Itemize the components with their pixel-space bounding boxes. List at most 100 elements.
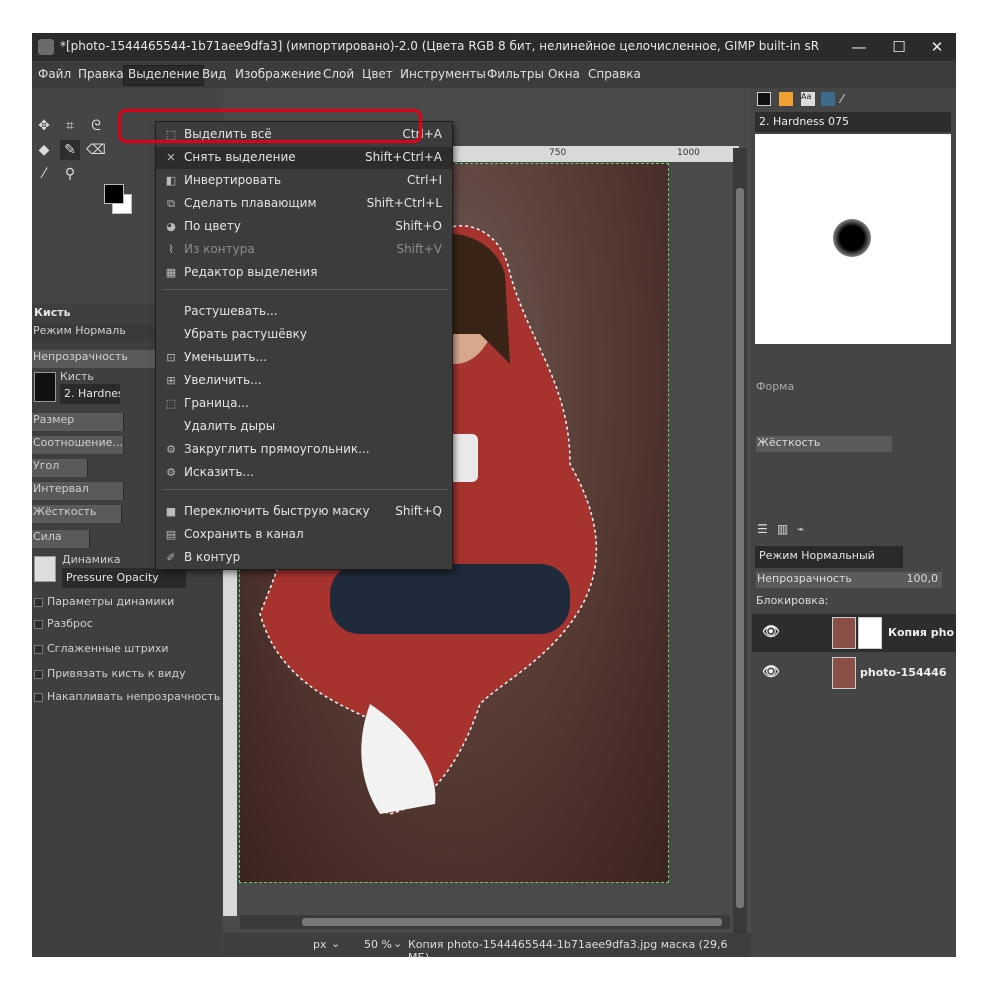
- layer-name[interactable]: Копия pho: [888, 626, 954, 639]
- vertical-scrollbar[interactable]: [733, 148, 747, 938]
- unit-select[interactable]: px: [313, 938, 327, 951]
- angle-slider[interactable]: Угол: [32, 459, 88, 477]
- menu-item-label: Закруглить прямоугольник...: [184, 442, 370, 456]
- hardness-slider[interactable]: Жёсткость: [32, 505, 122, 523]
- move-tool-icon[interactable]: ✥: [34, 116, 54, 136]
- eye-icon[interactable]: 👁: [762, 624, 780, 640]
- menu-item-from-path[interactable]: ⌇ Из контура Shift+V: [156, 239, 452, 261]
- brushes-tab-icon[interactable]: [757, 92, 771, 106]
- layer-name[interactable]: photo-154446: [860, 666, 947, 679]
- menu-item-save-to-channel[interactable]: ▤ Сохранить в канал: [156, 524, 452, 546]
- spacing-slider[interactable]: Интервал: [32, 482, 124, 500]
- menu-item-shortcut: Shift+Ctrl+A: [365, 150, 442, 164]
- menu-item-feather[interactable]: Растушевать...: [156, 301, 452, 323]
- brush-tab-icon[interactable]: ⁄: [841, 92, 855, 106]
- menu-item-distort[interactable]: ⚙ Исказить...: [156, 462, 452, 484]
- zoom-tool-icon[interactable]: ⚲: [60, 164, 80, 184]
- layer-row[interactable]: 👁 photo-154446: [752, 654, 956, 692]
- brush-dock-tabs[interactable]: Aa ⁄: [755, 90, 865, 108]
- from-path-icon: ⌇: [168, 243, 174, 256]
- lasso-tool-icon[interactable]: ᘓ: [86, 116, 106, 136]
- window-title: *[photo-1544465544-1b71aee9dfa3] (импорт…: [60, 39, 820, 53]
- ratio-slider[interactable]: Соотношение...: [32, 436, 124, 454]
- menu-image[interactable]: Изображение: [231, 66, 325, 85]
- fonts-tab-icon[interactable]: Aa: [801, 92, 815, 106]
- menu-item-label: В контур: [184, 550, 241, 564]
- menu-item-shortcut: Ctrl+I: [407, 173, 442, 187]
- layer-mask-thumbnail[interactable]: [858, 617, 882, 649]
- menu-view[interactable]: Вид: [198, 66, 230, 85]
- dynamics-thumbnail[interactable]: [34, 556, 56, 582]
- layer-row[interactable]: 👁 Копия pho: [752, 614, 956, 652]
- brush-hardness-slider[interactable]: Жёсткость: [756, 436, 892, 452]
- opacity-slider[interactable]: Непрозрачность: [32, 350, 156, 368]
- brush-name-field[interactable]: 2. Hardness: [60, 384, 120, 404]
- incremental-check[interactable]: Накапливать непрозрачность: [34, 690, 220, 703]
- menu-help[interactable]: Справка: [584, 66, 645, 85]
- layer-mode-label: Режим: [759, 549, 798, 562]
- menu-file[interactable]: Файл: [34, 66, 75, 85]
- ruler-mark: 750: [549, 148, 567, 158]
- crop-tool-icon[interactable]: ⌗: [60, 116, 80, 136]
- zoom-select[interactable]: 50 %: [364, 938, 392, 951]
- dynamics-field[interactable]: Pressure Opacity: [62, 568, 186, 588]
- menu-item-select-none[interactable]: ✕ Снять выделение Shift+Ctrl+A: [156, 147, 452, 169]
- brush-thumbnail[interactable]: [34, 372, 56, 402]
- menu-item-label: Переключить быструю маску: [184, 504, 370, 518]
- layer-opacity-label: Непрозрачность: [757, 572, 852, 585]
- menu-edit[interactable]: Правка: [74, 66, 128, 85]
- brush-name-label: 2. Hardness 075: [755, 112, 951, 132]
- size-label: Размер: [33, 413, 75, 426]
- menu-filters[interactable]: Фильтры: [483, 66, 548, 85]
- menu-item-float[interactable]: ⧉ Сделать плавающим Shift+Ctrl+L: [156, 193, 452, 215]
- menu-item-to-path[interactable]: ✐ В контур: [156, 547, 452, 569]
- size-slider[interactable]: Размер: [32, 413, 124, 431]
- paths-tab-icon[interactable]: ⌁: [797, 522, 804, 536]
- layers-dock-tabs[interactable]: ☰ ▥ ⌁: [755, 520, 815, 538]
- lock-brush-to-view-check[interactable]: Привязать кисть к виду: [34, 667, 186, 680]
- menu-item-sharpen[interactable]: Убрать растушёвку: [156, 324, 452, 346]
- horizontal-scroll-thumb[interactable]: [302, 918, 722, 926]
- menu-item-shrink[interactable]: ⊡ Уменьшить...: [156, 347, 452, 369]
- menu-item-quick-mask[interactable]: ■ Переключить быструю маску Shift+Q: [156, 501, 452, 523]
- document-history-tab-icon[interactable]: [821, 92, 835, 106]
- layer-opacity-slider[interactable]: Непрозрачность 100,0: [756, 572, 942, 588]
- menu-item-invert[interactable]: ◧ Инвертировать Ctrl+I: [156, 170, 452, 192]
- color-picker-icon[interactable]: ⁄: [34, 164, 54, 184]
- minimize-button[interactable]: —: [844, 37, 874, 57]
- close-button[interactable]: ✕: [922, 37, 952, 57]
- horizontal-scrollbar[interactable]: [240, 915, 730, 929]
- menu-item-rounded-rectangle[interactable]: ⚙ Закруглить прямоугольник...: [156, 439, 452, 461]
- menu-select[interactable]: Выделение: [122, 65, 205, 86]
- menu-layer[interactable]: Слой: [319, 66, 358, 85]
- jitter-check[interactable]: Разброс: [34, 617, 93, 630]
- channels-tab-icon[interactable]: ▥: [777, 522, 788, 536]
- menu-item-selection-editor[interactable]: ▦ Редактор выделения: [156, 262, 452, 284]
- menu-item-label: Убрать растушёвку: [184, 327, 308, 341]
- maximize-button[interactable]: ☐: [884, 37, 914, 57]
- patterns-tab-icon[interactable]: [779, 92, 793, 106]
- menu-item-grow[interactable]: ⊞ Увеличить...: [156, 370, 452, 392]
- select-none-icon: ✕: [166, 151, 176, 164]
- menu-color[interactable]: Цвет: [358, 66, 397, 85]
- eye-icon[interactable]: 👁: [762, 664, 780, 680]
- menu-separator: [162, 289, 448, 290]
- menu-windows[interactable]: Окна: [544, 66, 584, 85]
- chevron-down-icon[interactable]: ⌄: [331, 937, 340, 950]
- menu-item-border[interactable]: ⬚ Граница...: [156, 393, 452, 415]
- bucket-fill-icon[interactable]: ◆: [34, 140, 54, 160]
- menu-item-remove-holes[interactable]: Удалить дыры: [156, 416, 452, 438]
- eraser-tool-icon[interactable]: ⌫: [86, 140, 106, 160]
- smooth-strokes-check[interactable]: Сглаженные штрихи: [34, 642, 169, 655]
- layers-tab-icon[interactable]: ☰: [757, 522, 768, 536]
- dynamics-options-check[interactable]: Параметры динамики: [34, 595, 174, 608]
- menu-tools[interactable]: Инструменты: [396, 66, 490, 85]
- layer-mode-select[interactable]: Режим Нормальный: [755, 546, 903, 568]
- force-slider[interactable]: Сила: [32, 530, 90, 548]
- chevron-down-icon[interactable]: ⌄: [393, 937, 402, 950]
- paintbrush-tool-icon[interactable]: ✎: [60, 140, 80, 160]
- menu-item-by-color[interactable]: ◕ По цвету Shift+O: [156, 216, 452, 238]
- vertical-scroll-thumb[interactable]: [736, 188, 744, 908]
- foreground-color-swatch[interactable]: [104, 184, 124, 204]
- layer-opacity-value: 100,0: [906, 572, 939, 585]
